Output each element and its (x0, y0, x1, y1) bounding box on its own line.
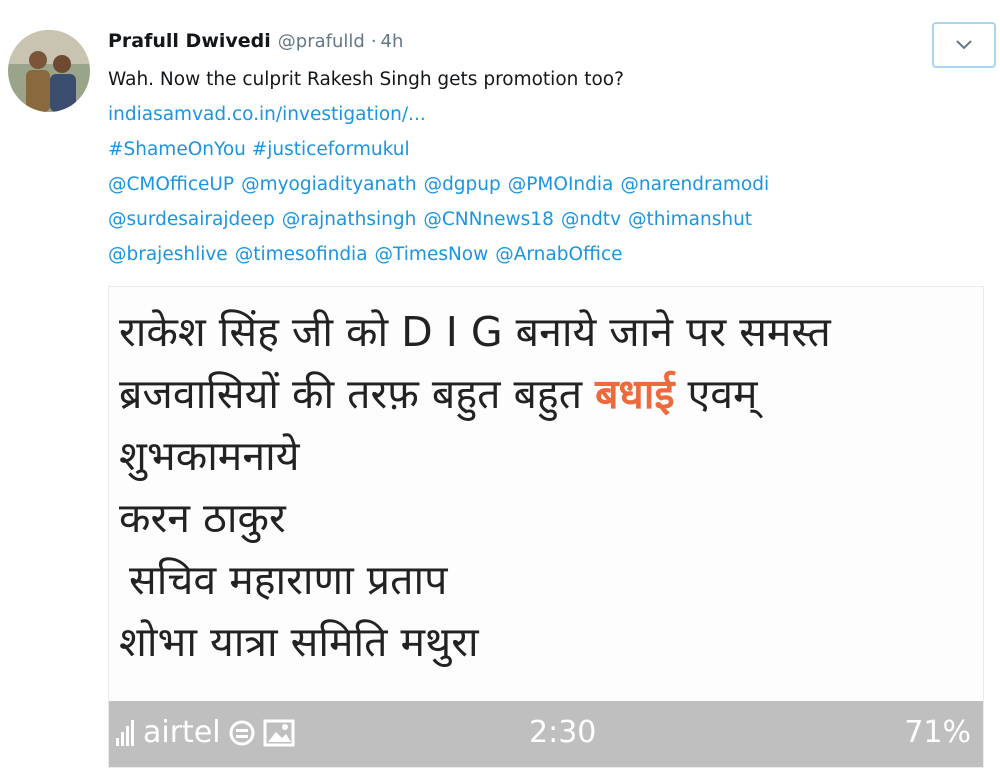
mention-link[interactable]: @CMOfficeUP (108, 174, 234, 195)
chevron-down-icon (956, 40, 972, 50)
highlighted-word: बधाई (595, 370, 675, 418)
author-name[interactable]: Prafull Dwivedi (108, 30, 271, 52)
image-text: राकेश सिंह जी को D I G बनाये जाने पर समस… (119, 301, 831, 673)
image-line: सचिव महाराणा प्रताप (129, 556, 448, 604)
more-options-button[interactable] (932, 22, 996, 68)
mention-link[interactable]: @TimesNow (375, 244, 489, 265)
clock: 2:30 (529, 715, 597, 750)
mention-line: @CMOfficeUP @myogiadityanath @dgpup @PMOInd… (108, 167, 928, 202)
attached-image[interactable]: राकेश सिंह जी को D I G बनाये जाने पर समस… (108, 286, 984, 768)
tweet-text: Wah. Now the culprit Rakesh Singh gets p… (108, 69, 624, 90)
image-line: ब्रजवासियों की तरफ़ बहुत बहुत बधाई एवम् (119, 370, 758, 418)
article-link[interactable]: indiasamvad.co.in/investigation/... (108, 104, 426, 125)
image-line: शोभा यात्रा समिति मथुरा (119, 618, 479, 666)
mention-line: @brajeshlive @timesofindia @TimesNow @Arnab… (108, 237, 928, 272)
signal-icon (116, 719, 134, 746)
mention-link[interactable]: @PMOIndia (508, 174, 614, 195)
avatar[interactable] (8, 30, 90, 112)
mention-link[interactable]: @dgpup (424, 174, 501, 195)
image-line: शुभकामनाये (119, 432, 300, 480)
mention-link[interactable]: @ArnabOffice (495, 244, 622, 265)
timestamp[interactable]: 4h (381, 31, 404, 52)
tweet-body: Wah. Now the culprit Rakesh Singh gets p… (108, 62, 928, 272)
image-line: राकेश सिंह जी को D I G बनाये जाने पर समस… (119, 308, 831, 356)
mention-link[interactable]: @CNNnews18 (423, 209, 554, 230)
image-icon (263, 719, 295, 746)
mention-link[interactable]: @ndtv (561, 209, 621, 230)
tweet: Prafull Dwivedi @prafulld · 4h Wah. Now … (0, 0, 1000, 769)
mention-link[interactable]: @brajeshlive (108, 244, 228, 265)
image-line: करन ठाकुर (119, 494, 286, 542)
battery-level: 71% (904, 715, 971, 750)
author-handle[interactable]: @prafulld (278, 31, 365, 52)
mention-line: @surdesairajdeep @rajnathsingh @CNNnews18 @… (108, 202, 928, 237)
separator: · (370, 31, 377, 52)
mention-link[interactable]: @thimanshut (628, 209, 752, 230)
tweet-header: Prafull Dwivedi @prafulld · 4h (108, 30, 403, 62)
mention-link[interactable]: @narendramodi (620, 174, 769, 195)
sync-icon (229, 720, 255, 745)
phone-status-bar: airtel 2:30 71% (109, 701, 983, 767)
mention-link[interactable]: @timesofindia (235, 244, 368, 265)
mention-link[interactable]: @surdesairajdeep (108, 209, 275, 230)
mention-link[interactable]: @myogiadityanath (241, 174, 416, 195)
carrier-name: airtel (143, 715, 221, 750)
hashtags[interactable]: #ShameOnYou #justiceformukul (108, 139, 410, 160)
mention-link[interactable]: @rajnathsingh (282, 209, 417, 230)
